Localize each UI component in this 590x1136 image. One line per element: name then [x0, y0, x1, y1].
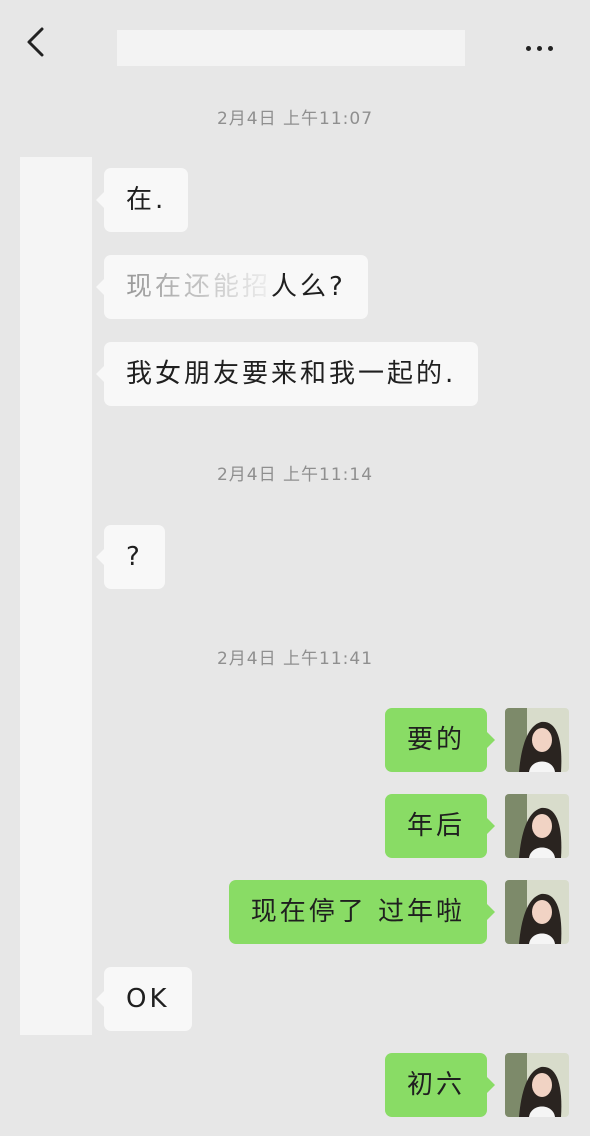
- message-bubble-outgoing[interactable]: 初六: [384, 1053, 496, 1117]
- more-button[interactable]: [526, 36, 560, 51]
- message-bubble-outgoing[interactable]: 现在停了 过年啦: [228, 880, 496, 944]
- message-bubble-incoming[interactable]: 在.: [95, 168, 189, 232]
- timestamp: 2月4日 上午11:41: [216, 649, 374, 669]
- avatar-photo-icon: [505, 794, 569, 858]
- redaction-overlay: [122, 269, 270, 307]
- more-dot-icon: [537, 46, 542, 51]
- message-bubble-outgoing[interactable]: 要的: [384, 708, 496, 772]
- contact-avatar[interactable]: [505, 708, 569, 772]
- avatar-photo-icon: [505, 880, 569, 944]
- contact-avatar[interactable]: [505, 794, 569, 858]
- message-bubble-incoming[interactable]: ?: [96, 525, 165, 589]
- chat-header: [0, 0, 590, 86]
- more-dot-icon: [548, 46, 553, 51]
- contact-avatar[interactable]: [505, 880, 569, 944]
- timestamp: 2月4日 上午11:07: [216, 109, 374, 129]
- contact-avatar[interactable]: [505, 1053, 569, 1117]
- message-bubble-incoming[interactable]: 现在还能招人么?: [96, 255, 368, 319]
- message-bubble-incoming[interactable]: 我女朋友要来和我一起的.: [95, 342, 479, 406]
- message-bubble-incoming[interactable]: OK: [96, 967, 192, 1031]
- back-arrow-icon: [27, 27, 44, 57]
- contact-avatar-redacted: [20, 157, 92, 1035]
- avatar-photo-icon: [505, 708, 569, 772]
- more-dot-icon: [526, 46, 531, 51]
- message-bubble-outgoing[interactable]: 年后: [384, 794, 496, 858]
- back-button[interactable]: [22, 26, 52, 58]
- avatar-photo-icon: [505, 1053, 569, 1117]
- timestamp: 2月4日 上午11:14: [216, 465, 374, 485]
- chat-title-redacted: [117, 30, 465, 66]
